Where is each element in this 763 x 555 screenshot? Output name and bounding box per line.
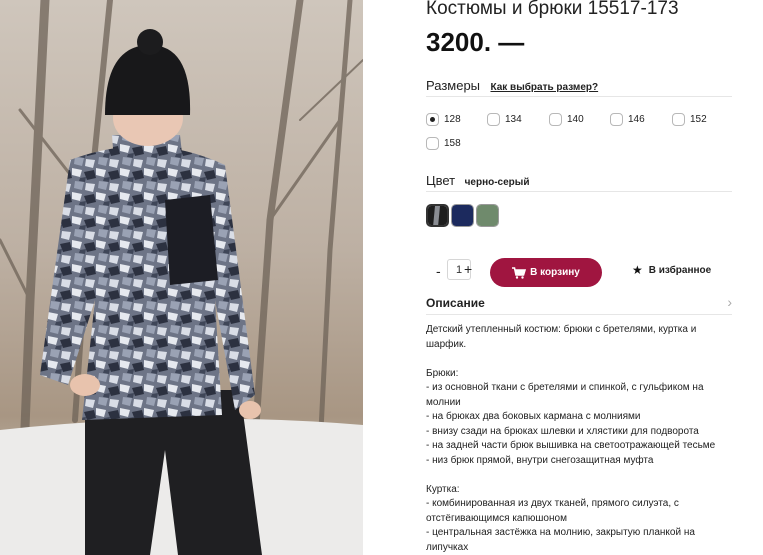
jacket-title: Куртка: [426, 483, 460, 495]
chevron-right-icon: › [727, 294, 732, 310]
pants-item: - на задней части брюк вышивка на светоо… [426, 440, 716, 451]
size-option-label: 134 [505, 113, 522, 125]
description-intro: Детский утепленный костюм: брюки с брете… [426, 324, 697, 350]
pants-item: - низ брюк прямой, внутри снегозащитная … [426, 454, 654, 466]
size-guide-link[interactable]: Как выбрать размер? [490, 82, 598, 93]
radio-selected-icon[interactable] [426, 112, 439, 126]
star-icon: ★ [632, 263, 643, 277]
favorites-label: В избранное [648, 264, 712, 276]
size-option-152[interactable]: 152 [672, 112, 707, 126]
jacket-item: - центральная застёжка на молнию, закрыт… [426, 527, 695, 553]
jacket-item: - комбинированная из двух тканей, прямог… [426, 498, 679, 524]
color-swatch-navy[interactable] [451, 204, 474, 227]
quantity-increase-button[interactable]: + [464, 261, 472, 277]
color-label: Цвет [426, 173, 456, 188]
radio-icon[interactable] [610, 112, 623, 126]
description-label: Описание [426, 296, 485, 310]
size-option-128[interactable]: 128 [426, 112, 461, 126]
pants-item: - на брюках два боковых кармана с молния… [426, 411, 641, 422]
product-price: 3200. — [426, 27, 525, 57]
radio-icon[interactable] [549, 112, 562, 126]
product-photo[interactable] [0, 0, 363, 555]
size-option-158[interactable]: 158 [426, 136, 461, 150]
pants-item: - из основной ткани с бретелями и спинко… [426, 382, 704, 408]
radio-icon[interactable] [487, 112, 500, 126]
color-swatch-black-gray[interactable] [426, 204, 449, 227]
size-option-label: 146 [628, 113, 645, 125]
product-info: Костюмы и брюки 15517-173 3200. — Размер… [426, 0, 732, 555]
swatch-fill [452, 205, 473, 226]
description-text: Детский утепленный костюм: брюки с брете… [426, 323, 732, 555]
size-option-146[interactable]: 146 [610, 112, 645, 126]
swatch-fill [428, 206, 447, 225]
pants-title: Брюки: [426, 367, 459, 379]
size-option-label: 152 [690, 113, 707, 125]
size-option-140[interactable]: 140 [549, 112, 584, 126]
color-section-header: Цвет черно-серый [426, 172, 732, 192]
product-photo-image [0, 0, 363, 555]
radio-icon[interactable] [426, 136, 439, 150]
product-title: Костюмы и брюки 15517-173 [426, 0, 679, 19]
add-to-cart-label: В корзину [530, 267, 580, 278]
quantity-decrease-button[interactable]: - [436, 263, 441, 279]
size-option-134[interactable]: 134 [487, 112, 522, 126]
description-header[interactable]: Описание › [426, 291, 732, 315]
add-to-cart-button[interactable]: В корзину [490, 258, 602, 287]
sizes-section-header: Размеры Как выбрать размер? [426, 77, 732, 97]
radio-icon[interactable] [672, 112, 685, 126]
size-option-label: 158 [444, 137, 461, 149]
color-value: черно-серый [464, 177, 530, 188]
cart-icon [512, 266, 527, 279]
size-option-label: 140 [567, 113, 584, 125]
pants-item: - внизу сзади на брюках шлевки и хлястик… [426, 425, 699, 437]
sizes-label: Размеры [426, 78, 481, 93]
swatch-fill [477, 205, 498, 226]
add-to-favorites-button[interactable]: ★ В избранное [632, 263, 711, 277]
color-swatch-green[interactable] [476, 204, 499, 227]
size-option-label: 128 [444, 113, 461, 125]
